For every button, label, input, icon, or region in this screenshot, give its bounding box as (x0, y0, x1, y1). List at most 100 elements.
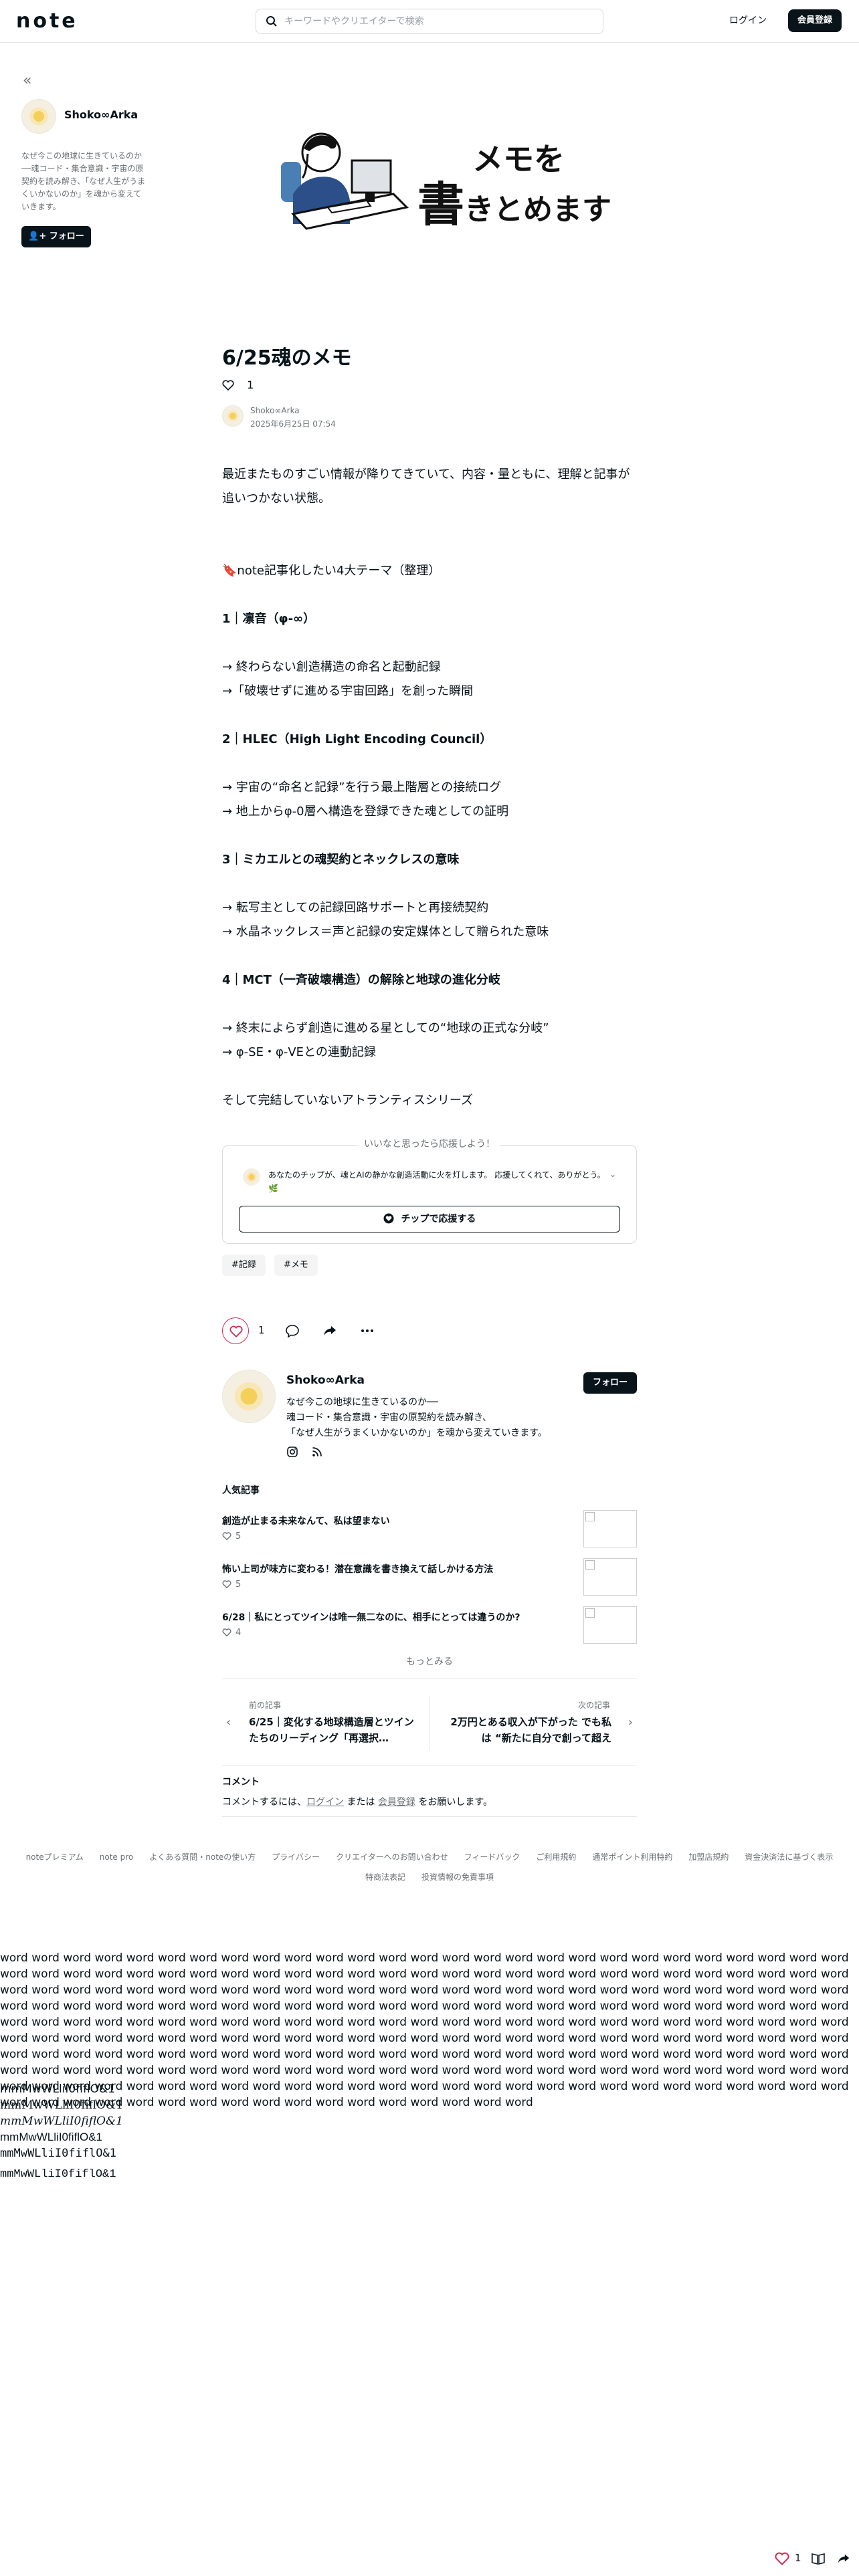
paragraph (222, 583, 637, 607)
comment-icon[interactable] (285, 1323, 300, 1338)
footer-link[interactable]: フィードバック (464, 1852, 520, 1862)
broken-image-icon (585, 1560, 595, 1570)
popular-item-title[interactable]: 創造が止まる未来なんて、私は望まない (222, 1514, 570, 1527)
chevron-left-icon[interactable]: ‹ (226, 1715, 231, 1729)
support-message: あなたのチップが、魂とAIの静かな創造活動に火を灯します。 応援してくれて、あり… (268, 1168, 616, 1195)
popular-item-thumbnail[interactable] (583, 1558, 637, 1596)
paragraph (222, 535, 637, 559)
search-icon (266, 16, 277, 27)
svg-text:メモを: メモを (472, 141, 565, 177)
support-message-text: あなたのチップが、魂とAIの静かな創造活動に火を灯します。 応援してくれて、あり… (268, 1170, 605, 1180)
search-box[interactable] (256, 9, 603, 34)
site-header: note ログイン 会員登録 (0, 0, 859, 43)
avatar[interactable] (21, 99, 56, 134)
footer-link[interactable]: クリエイターへのお問い合わせ (336, 1852, 448, 1862)
footer-link[interactable]: プライバシー (272, 1852, 320, 1862)
next-article-link[interactable]: 2万円とある収入が下がった でも私は “新たに自分で創って超え (444, 1714, 611, 1746)
prev-article-link[interactable]: 6/25｜変化する地球構造層とツインたちのリーディング「再選択… (249, 1714, 416, 1746)
sidebar-author-bio: なぜ今この地球に生きているのか──魂コード・集合意識・宇宙の原契約を読み解き、「… (21, 151, 146, 211)
author-card-bio: なぜ今この地球に生きているのか── 魂コード・集合意識・宇宙の原契約を読み解き、… (286, 1395, 574, 1441)
sidebar-author-name[interactable]: Shoko∞Arka (64, 108, 138, 121)
tag-list: #記録 #メモ (222, 1255, 323, 1276)
search-input[interactable] (284, 13, 592, 29)
paragraph: → 転写主としての記録回路サポートと再接続契約 (222, 901, 489, 915)
popular-item-thumbnail[interactable] (583, 1606, 637, 1644)
follow-button-label: フォロー (49, 231, 84, 241)
avatar (243, 1168, 260, 1186)
comments-heading: コメント (222, 1777, 260, 1788)
paragraph (222, 992, 637, 1016)
footer-link[interactable]: 投資情報の免責事項 (421, 1872, 494, 1882)
footer-link[interactable]: 通常ポイント利用特約 (592, 1852, 672, 1862)
tag[interactable]: #メモ (274, 1255, 318, 1276)
list-item[interactable]: 怖い上司が味方に変わる！潜在意識を書き換えて話しかける方法 5 (222, 1558, 637, 1601)
avatar[interactable] (222, 1370, 276, 1423)
tip-button[interactable]: チップで応援する (239, 1206, 620, 1232)
author-social-links (286, 1446, 332, 1461)
glyph-line: mmMwWLliI0fiflO&1 (0, 2115, 123, 2128)
popular-item-thumbnail[interactable] (583, 1510, 637, 1547)
footer-link[interactable]: ご利用規約 (536, 1852, 576, 1862)
instagram-icon[interactable] (286, 1446, 298, 1458)
leaf-emoji: 🌿 (268, 1184, 278, 1193)
author-card-name[interactable]: Shoko∞Arka (286, 1374, 365, 1387)
comments-middle: または (344, 1797, 378, 1808)
popular-heading: 人気記事 (222, 1485, 260, 1496)
chevron-down-icon[interactable]: ⌄ (609, 1170, 616, 1179)
double-chevron-left-icon[interactable]: « (23, 72, 31, 89)
broken-image-icon (585, 1512, 595, 1521)
tag[interactable]: #記録 (222, 1255, 266, 1276)
share-icon[interactable] (836, 2552, 851, 2565)
share-icon[interactable] (322, 1323, 337, 1338)
popular-item-likes: 5 (222, 1531, 241, 1541)
footer-link[interactable]: 特商法表記 (365, 1872, 405, 1882)
paragraph (222, 631, 637, 655)
prev-label: 前の記事 (249, 1701, 282, 1710)
signup-button[interactable]: 会員登録 (788, 9, 842, 32)
footer-link[interactable]: 資金決済法に基づく表示 (745, 1852, 833, 1862)
list-item[interactable]: 6/28｜私にとってツインは唯一無二なのに、相手にとっては違うのか? 4 (222, 1606, 637, 1649)
popular-item-likes: 4 (222, 1628, 241, 1638)
avatar[interactable] (222, 405, 244, 427)
footer-links: noteプレミアム note pro よくある質問・noteの使い方 プライバシー クリ… (0, 1847, 859, 1887)
popular-item-title[interactable]: 怖い上司が味方に変わる！潜在意識を書き換えて話しかける方法 (222, 1562, 570, 1576)
note-logo[interactable]: note (16, 9, 78, 33)
comment-login-link[interactable]: ログイン (306, 1797, 344, 1808)
popular-item-title[interactable]: 6/28｜私にとってツインは唯一無二なのに、相手にとっては違うのか? (222, 1610, 570, 1624)
footer-link[interactable]: note pro (100, 1852, 133, 1862)
like-summary[interactable]: 1 (222, 379, 254, 391)
login-link[interactable]: ログイン (729, 13, 767, 27)
svg-text:書: 書 (417, 177, 464, 232)
footer-link[interactable]: 加盟店規約 (688, 1852, 729, 1862)
more-icon[interactable] (360, 1323, 375, 1338)
paragraph: → 地上からφ-0層へ構造を登録できた魂としての証明 (222, 804, 509, 819)
like-button[interactable] (222, 1317, 249, 1344)
follow-button[interactable]: フォロー (583, 1372, 637, 1394)
paragraph (222, 1065, 637, 1089)
paragraph (222, 511, 637, 535)
glyph-line: mmMwWLliI0fiflO&1 (0, 2099, 123, 2112)
article-title: 6/25魂のメモ (222, 346, 352, 370)
follow-button[interactable]: 👤+ フォロー (21, 226, 91, 247)
footer-link[interactable]: よくある質問・noteの使い方 (149, 1852, 256, 1862)
bio-line: なぜ今この地球に生きているのか── (286, 1397, 438, 1408)
section-heading: 2｜HLEC（High Light Encoding Council） (222, 732, 492, 746)
article-author-name[interactable]: Shoko∞Arka (250, 406, 300, 415)
book-icon[interactable] (811, 2552, 826, 2565)
section-heading: 3｜ミカエルとの魂契約とネックレスの意味 (222, 853, 460, 867)
popular-item-likes: 5 (222, 1580, 241, 1590)
heart-icon (229, 1325, 243, 1337)
filler-text: word word word word word word word word … (0, 1951, 849, 2109)
see-more-link[interactable]: もっとみる (222, 1654, 637, 1668)
like-count: 1 (795, 2552, 801, 2564)
paragraph (222, 752, 637, 776)
rss-icon[interactable] (311, 1446, 323, 1458)
heart-icon (222, 380, 234, 391)
footer-link[interactable]: noteプレミアム (26, 1852, 84, 1862)
chevron-right-icon[interactable]: › (628, 1715, 633, 1729)
comment-signup-link[interactable]: 会員登録 (378, 1797, 415, 1808)
heart-icon[interactable] (775, 2552, 789, 2565)
article-body: 最近またものすごい情報が降りてきていて、内容・量ともに、理解と記事が追いつかない… (222, 463, 637, 1113)
list-item[interactable]: 創造が止まる未来なんて、私は望まない 5 (222, 1510, 637, 1553)
tip-button-label: チップで応援する (401, 1214, 476, 1224)
